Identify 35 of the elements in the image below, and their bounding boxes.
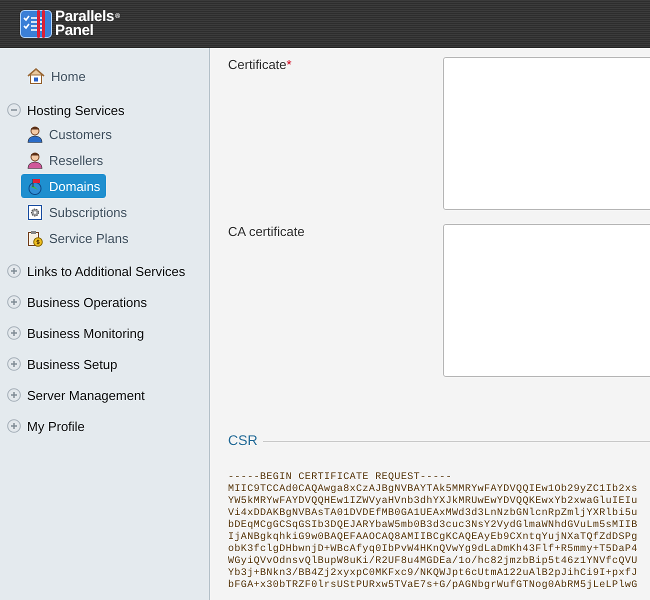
clipboard-dollar-icon	[27, 230, 43, 246]
field-label: Certificate*	[228, 57, 293, 74]
expand-icon[interactable]	[7, 264, 21, 278]
expand-icon[interactable]	[7, 295, 21, 309]
logo-name: Parallels$^{®}$	[55, 10, 120, 24]
sidebar-item[interactable]: Resellers	[21, 148, 110, 172]
logo-product: Panel	[55, 24, 95, 38]
collapse-icon[interactable]	[7, 103, 21, 117]
expand-icon[interactable]	[7, 357, 21, 371]
sidebar-item[interactable]: Subscriptions	[21, 200, 134, 224]
gear-document-icon	[27, 204, 43, 220]
sidebar-section[interactable]: Server Management	[0, 383, 209, 407]
section-title: CSR	[228, 432, 258, 448]
globe-flag-icon	[27, 178, 43, 194]
checklist-logo-icon	[20, 10, 52, 38]
field-label: CA certificate	[228, 224, 306, 241]
sidebar-item[interactable]: Domains	[21, 174, 106, 198]
csr-text: -----BEGIN CERTIFICATE REQUEST----- MIIC9TCCAd0CAQAwga8xCzAJBgNVBAYTAk5MMRYwFAYDVQQIEw1Ob29yZC1Ib2xs YW5kMRYwFAYDVQQHEw1IZWVyaHVnb3dhYXJkMRUwEwYDVQQKEwxYb2xwaGluIEIu Vi4xDDAKBgNVBAsTA01DVDEfMB0GA1UEAxMWd3d3LnNzbGNlcnRpZmljYXRlbi5u bDEqMCgGCSqGSIb3DQEJARYbaW5mb0B3d3cuc3NsY2VydGlmaWNhdGVuLm5sMIIB IjANBgkqhkiG9w0BAQEFAAOCAQ8AMIIBCgKCAQEAyEb9CXntqYujNXaTQfZdDSPg obK3fclgDHbwnjD+WBcAfyq0IbPvW4HKnQVwYg9dLaDmKh43Flf+R5mmy+T5DaP4 WGyiQVvOdnsvQlBupW8uKi/R2UF8u4MGDEa/1o/hc82jmzbBip5t46z1YNVfcQVU Yb3j+BNkn3/BB4Zj2xyxpC0MKFxc9/NKQWJpt6cUtmA122uAlB2pJihCi9I+pxfJ bFGA+x30bTRZF0lrsUStPURxw5TVaE7s+G/pAGNbgrWufGTNog0AbRM5jLeLPlwG	[228, 472, 639, 592]
certificate-field[interactable]	[443, 57, 650, 210]
sidebar-section[interactable]: Business Setup	[0, 352, 209, 376]
sidebar-section[interactable]: My Profile	[0, 414, 209, 438]
certificate-field[interactable]	[443, 224, 650, 377]
home-link[interactable]: Home	[21, 64, 92, 88]
sidebar-section[interactable]: Links to Additional Services	[0, 259, 209, 283]
sidebar-section[interactable]: Business Monitoring	[0, 321, 209, 345]
sidebar-item[interactable]: Customers	[21, 122, 118, 146]
expand-icon[interactable]	[7, 388, 21, 402]
person-icon	[27, 126, 43, 142]
expand-icon[interactable]	[7, 419, 21, 433]
sidebar-section[interactable]: Business Operations	[0, 290, 209, 314]
sidebar-item[interactable]: Service Plans	[21, 226, 134, 250]
expand-icon[interactable]	[7, 326, 21, 340]
house-icon	[27, 68, 45, 84]
person-icon	[27, 152, 43, 168]
sidebar-section[interactable]: Hosting Services	[0, 98, 209, 122]
